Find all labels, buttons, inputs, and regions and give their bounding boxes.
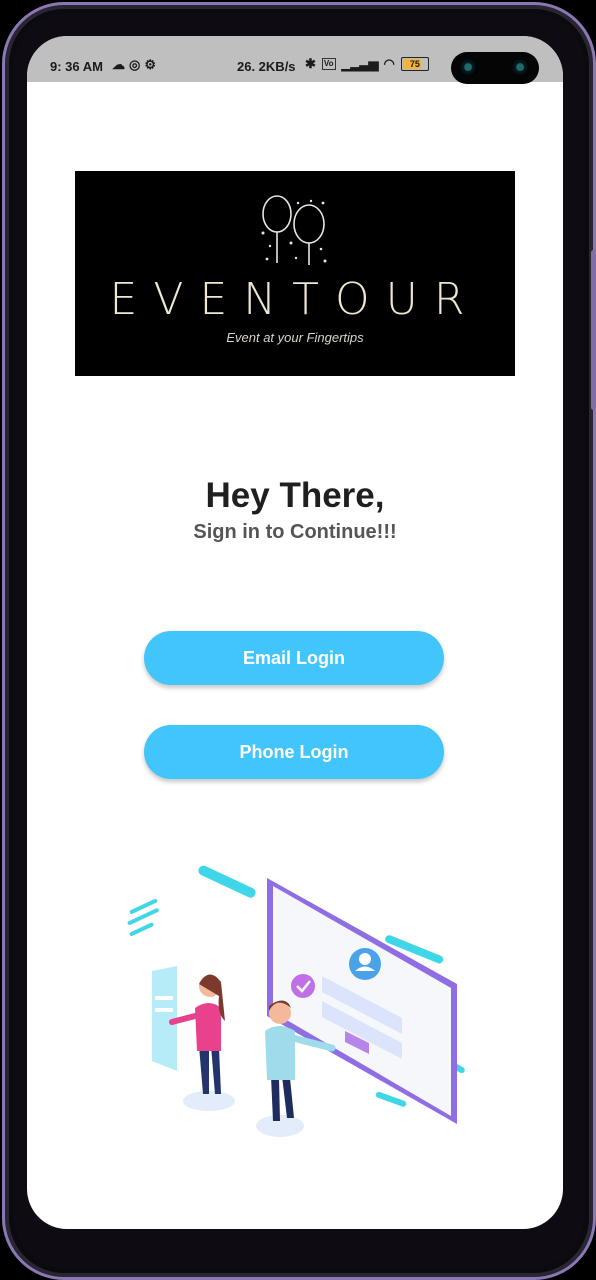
power-button xyxy=(591,250,596,410)
balloons-icon xyxy=(261,195,327,265)
logo-tagline: Event at your Fingertips xyxy=(226,330,364,345)
app-screen: 9: 36 AM ☁◎⚙ 26. 2KB/s ✱ Vo ▁▂▃▅ ◠ 75 EV… xyxy=(27,36,563,1229)
camera-cutout xyxy=(451,52,539,84)
volte-icon: Vo xyxy=(321,58,336,70)
front-camera-icon xyxy=(512,59,530,77)
cloud-icon: ☁ xyxy=(112,57,129,72)
status-bar: 9: 36 AM ☁◎⚙ 26. 2KB/s ✱ Vo ▁▂▃▅ ◠ 75 xyxy=(27,36,563,84)
email-login-button[interactable]: Email Login xyxy=(144,631,444,685)
system-icons: ✱ Vo ▁▂▃▅ ◠ 75 xyxy=(305,56,429,72)
settings-icon: ⚙ xyxy=(144,57,160,72)
greeting-title: Hey There, xyxy=(205,476,385,515)
eventour-logo: EVENTOUR Event at your Fingertips xyxy=(75,171,515,376)
phone-login-button[interactable]: Phone Login xyxy=(144,725,444,779)
front-camera-icon xyxy=(460,59,478,77)
wifi-icon: ◠ xyxy=(383,56,395,71)
sync-icon: ◎ xyxy=(129,57,145,72)
greeting-subtitle: Sign in to Continue!!! xyxy=(193,521,397,543)
status-time: 9: 36 AM xyxy=(50,59,103,74)
network-speed: 26. 2KB/s xyxy=(237,59,296,74)
notification-icons: ☁◎⚙ xyxy=(112,57,160,73)
signal-icon: ▁▂▃▅ xyxy=(341,56,379,71)
bluetooth-icon: ✱ xyxy=(305,56,316,71)
battery-icon: 75 xyxy=(400,57,429,71)
battery-level: 75 xyxy=(409,59,420,69)
logo-wordmark: EVENTOUR xyxy=(109,274,481,325)
login-illustration xyxy=(127,865,465,1137)
